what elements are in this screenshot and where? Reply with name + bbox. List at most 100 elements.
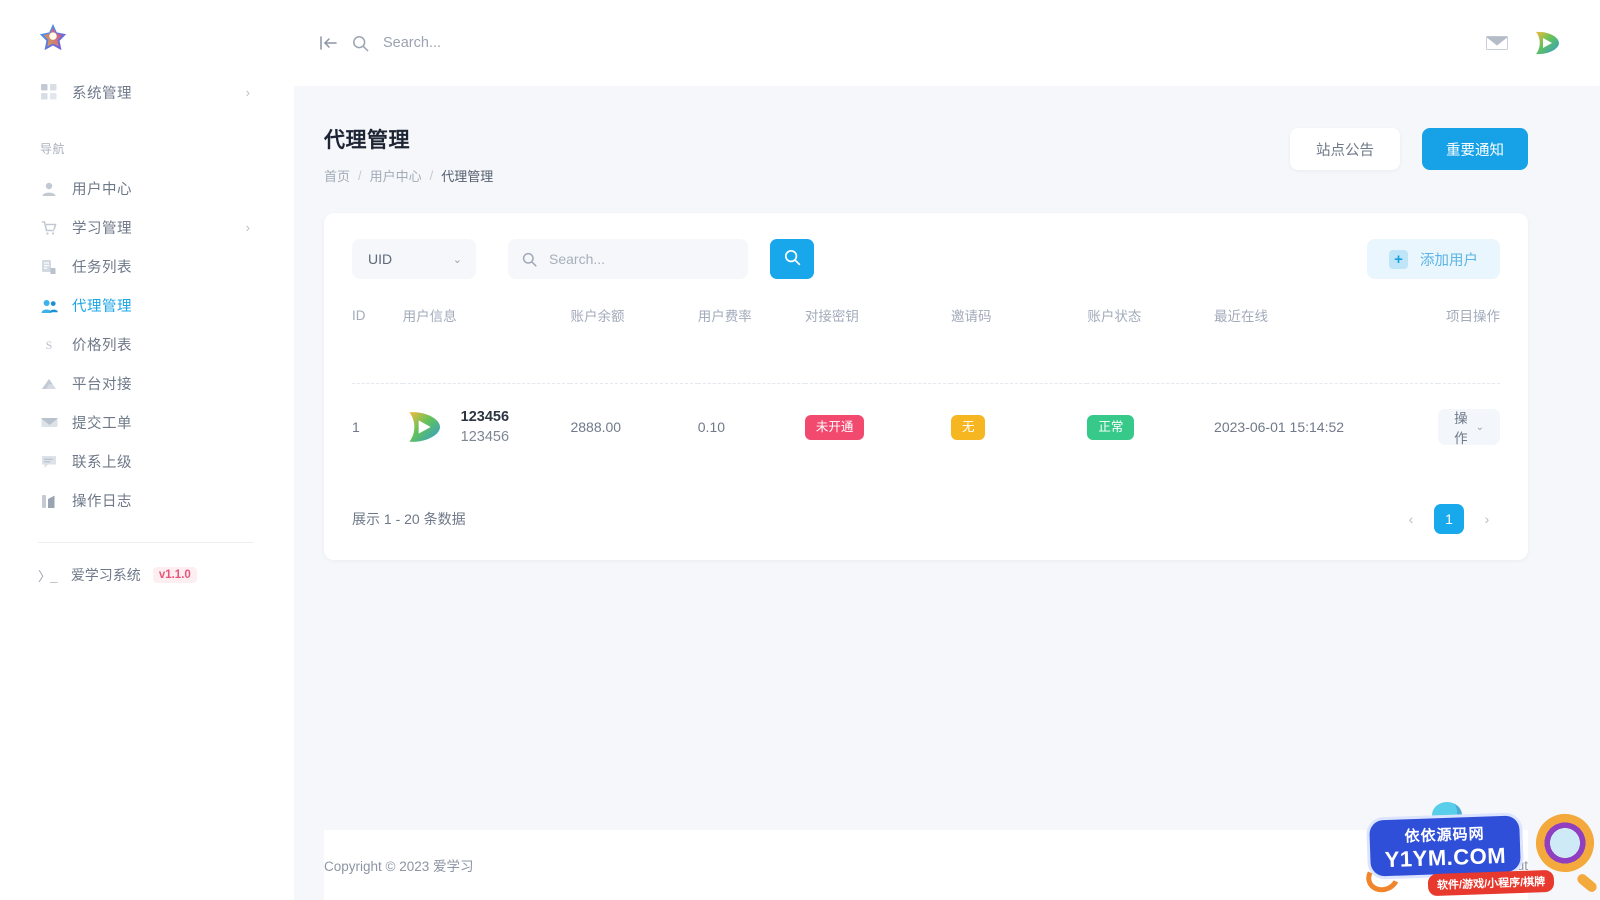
page-frame: 代理管理 首页 / 用户中心 / 代理管理 站点公告 重要通知 UID ⌄ Se… [294, 86, 1600, 900]
table-head: ID 用户信息 账户余额 用户费率 对接密钥 邀请码 账户状态 最近在线 项目操… [352, 305, 1500, 384]
table-search-input[interactable] [549, 251, 734, 267]
sidebar-item-platform-docking[interactable]: 平台对接 [0, 364, 294, 403]
envelope-icon [40, 414, 58, 432]
search-icon [352, 35, 369, 52]
table-header-divider [352, 339, 1500, 384]
pagination-page-1[interactable]: 1 [1434, 504, 1464, 534]
status-badge-secret-key: 未开通 [804, 414, 865, 440]
sidebar-item-contact-superior[interactable]: 联系上级 [0, 442, 294, 481]
breadcrumb-item-user-center[interactable]: 用户中心 [370, 166, 422, 185]
cell-user-sub: 123456 [460, 429, 510, 445]
chevron-right-icon: › [245, 84, 250, 100]
sidebar-item-label: 代理管理 [72, 299, 132, 315]
sidebar-item-price-list[interactable]: S 价格列表 [0, 325, 294, 364]
page-header-actions: 站点公告 重要通知 [1290, 128, 1528, 170]
cell-user-info: 123456 123456 [403, 384, 571, 471]
page-header-left: 代理管理 首页 / 用户中心 / 代理管理 [324, 124, 493, 185]
breadcrumb-item-current: 代理管理 [441, 169, 494, 184]
table-body: 1 123456 123456 2888.00 0.10 未开通 无 正常 20… [352, 384, 1500, 471]
chevron-down-icon: ⌄ [452, 253, 462, 266]
sidebar-item-label: 操作日志 [72, 494, 132, 510]
breadcrumb-separator: / [358, 168, 362, 183]
table-row[interactable]: 1 123456 123456 2888.00 0.10 未开通 无 正常 20… [352, 384, 1500, 471]
sidebar-item-task-list[interactable]: 任务列表 [0, 247, 294, 286]
page-footer: Copyright © 2023 爱学习 About [324, 830, 1528, 900]
grid-icon [40, 83, 58, 101]
cell-secret-key: 未开通 [804, 384, 951, 471]
search-icon [522, 252, 537, 267]
agent-list-card: UID ⌄ Search... + 添加用户 ID 用户信息 账户余额 用户费率… [324, 213, 1528, 560]
star-logo [39, 23, 67, 51]
search-submit-button[interactable] [770, 239, 814, 279]
app-root: 系统管理 › 导航 用户中心 学习管理 › 任务列表 代理管理 S 价格列表 平… [0, 0, 1600, 900]
cell-rate: 0.10 [697, 419, 726, 435]
cell-last-online: 2023-06-01 15:14:52 [1214, 419, 1345, 435]
copyright-text: Copyright © 2023 爱学习 [324, 859, 474, 874]
sidebar-item-system-management[interactable]: 系统管理 › [0, 70, 294, 114]
column-header-user-info: 用户信息 [402, 309, 457, 324]
svg-text:S: S [46, 338, 53, 352]
column-header-status: 账户状态 [1087, 309, 1142, 324]
column-header-invite-code: 邀请码 [950, 309, 992, 324]
add-user-button[interactable]: + 添加用户 [1367, 239, 1500, 279]
sidebar-item-label: 任务列表 [72, 260, 132, 276]
tencent-video-avatar [409, 412, 440, 442]
topbar [294, 0, 1600, 86]
cell-operations: 操作 ⌄ [1438, 384, 1500, 471]
sidebar-item-submit-ticket[interactable]: 提交工单 [0, 403, 294, 442]
breadcrumb-item-home[interactable]: 首页 [324, 166, 350, 185]
sidebar-item-operation-log[interactable]: 操作日志 [0, 481, 294, 520]
cart-icon [40, 219, 58, 237]
column-header-last-online: 最近在线 [1214, 309, 1269, 324]
bar-chart-icon [40, 492, 58, 510]
page-header: 代理管理 首页 / 用户中心 / 代理管理 站点公告 重要通知 [294, 86, 1600, 185]
pagination-next-button[interactable]: › [1474, 504, 1500, 534]
search-field-select[interactable]: UID ⌄ [352, 239, 476, 279]
sidebar-item-label: 平台对接 [72, 377, 132, 393]
mail-icon[interactable] [1486, 35, 1508, 51]
sidebar: 系统管理 › 导航 用户中心 学习管理 › 任务列表 代理管理 S 价格列表 平… [0, 0, 294, 900]
table-search-box[interactable] [508, 239, 748, 279]
triangle-cloud-icon [40, 375, 58, 393]
cell-status: 正常 [1087, 384, 1214, 471]
row-actions-label: 操作 [1454, 411, 1468, 446]
page-title: 代理管理 [324, 129, 410, 152]
pagination: ‹ 1 › [1398, 504, 1500, 534]
sidebar-item-user-center[interactable]: 用户中心 [0, 169, 294, 208]
cell-id: 1 [352, 419, 360, 435]
sidebar-item-label: 提交工单 [72, 416, 132, 432]
sidebar-item-agent-management[interactable]: 代理管理 [0, 286, 294, 325]
dollar-s-icon: S [40, 336, 58, 354]
user-icon [40, 180, 58, 198]
cell-invite-code: 无 [950, 384, 1087, 471]
column-header-id: ID [352, 307, 366, 323]
agents-icon [40, 297, 58, 315]
sidebar-item-label: 学习管理 [72, 221, 132, 237]
chevron-down-icon: ⌄ [1475, 421, 1484, 433]
collapse-sidebar-icon[interactable] [316, 30, 342, 56]
sidebar-item-study-management[interactable]: 学习管理 › [0, 208, 294, 247]
table-toolbar: UID ⌄ Search... + 添加用户 [352, 239, 1500, 279]
tencent-video-avatar [1536, 31, 1559, 55]
about-link[interactable]: About [1493, 858, 1528, 873]
site-announcement-button[interactable]: 站点公告 [1290, 128, 1400, 170]
row-actions-button[interactable]: 操作 ⌄ [1438, 409, 1500, 446]
user-avatar[interactable] [1530, 26, 1564, 60]
breadcrumb-separator: / [429, 168, 434, 183]
task-list-icon [40, 258, 58, 276]
logo-container[interactable] [0, 0, 294, 70]
agents-table: ID 用户信息 账户余额 用户费率 对接密钥 邀请码 账户状态 最近在线 项目操… [352, 305, 1500, 470]
important-notice-button[interactable]: 重要通知 [1422, 128, 1528, 170]
search-input[interactable] [383, 35, 743, 51]
pagination-prev-button[interactable]: ‹ [1398, 504, 1424, 534]
column-header-rate: 用户费率 [697, 309, 752, 324]
sidebar-item-label: 联系上级 [72, 455, 132, 471]
sidebar-nav-heading: 导航 [40, 142, 66, 156]
global-search[interactable] [352, 35, 1486, 52]
chat-lines-icon [40, 453, 58, 471]
status-badge-account: 正常 [1087, 414, 1135, 440]
row-avatar [403, 406, 445, 448]
cell-user-name: 123456 [460, 409, 510, 425]
sidebar-system-info[interactable]: 〉_ 爱学习系统 v1.1.0 [0, 543, 294, 585]
sidebar-item-label: 用户中心 [72, 182, 132, 198]
